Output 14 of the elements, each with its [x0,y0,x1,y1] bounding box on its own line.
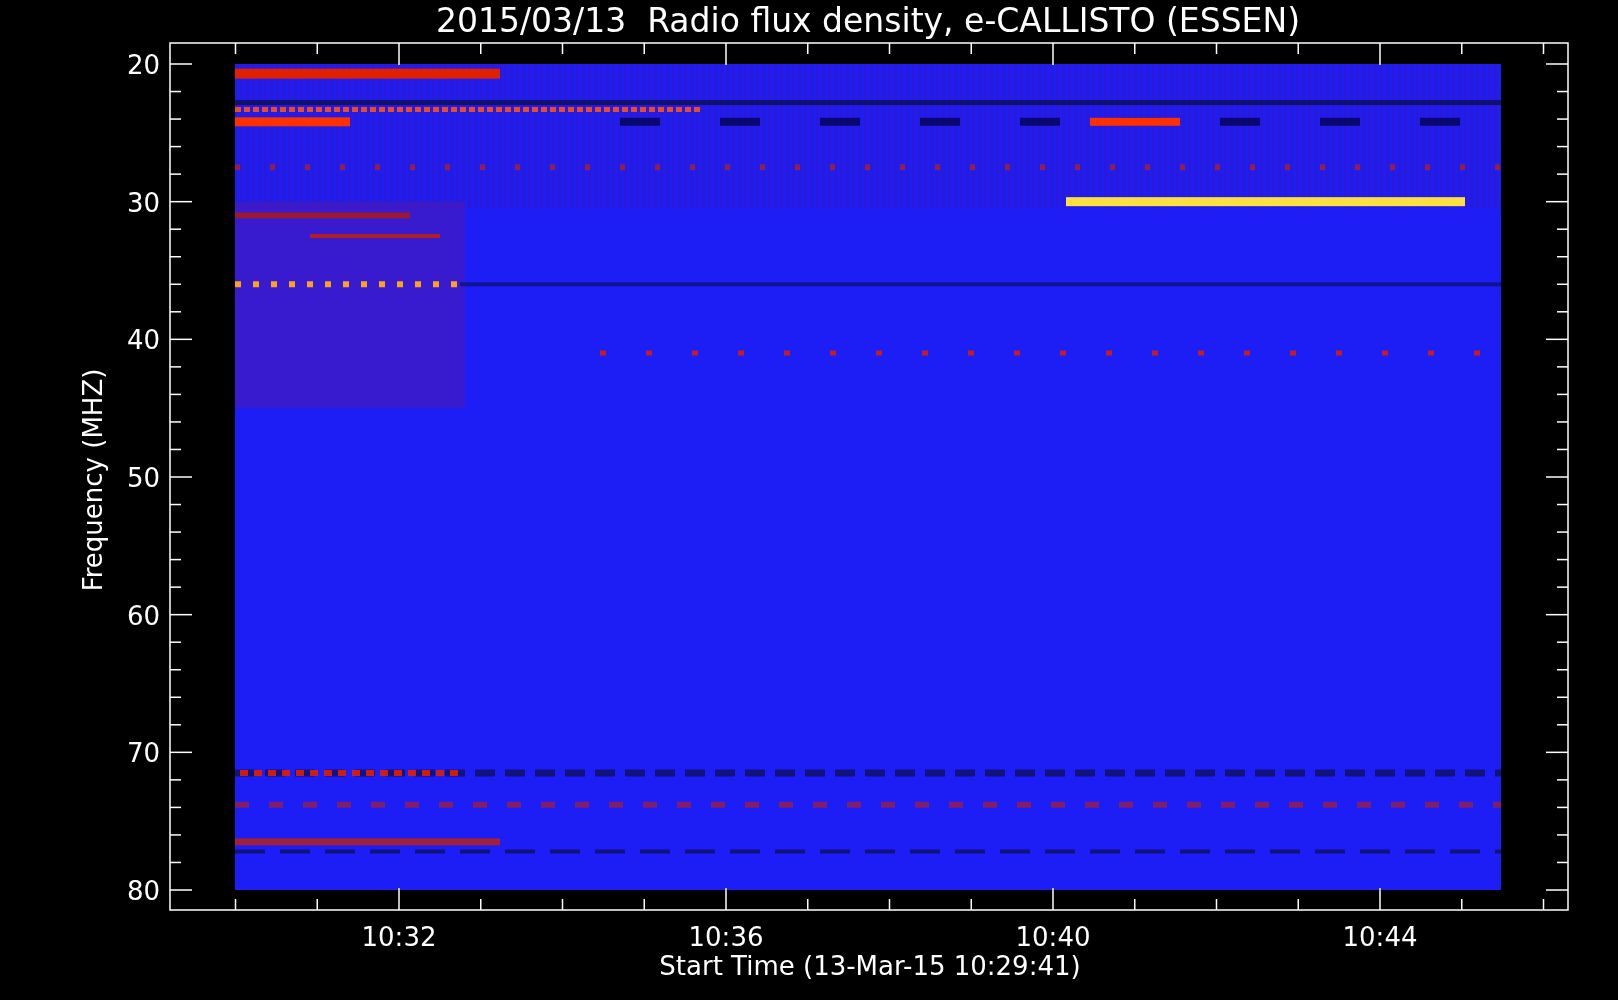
y-tick-label: 30 [126,187,160,218]
y-tick-label: 40 [126,325,160,356]
axis-title: Frequency (MHZ) [78,368,108,592]
y-tick-label: 20 [126,50,160,80]
x-tick-label: 10:32 [361,922,437,952]
chart-title: 2015/03/13 Radio flux density, e-CALLISTO (ESSEN) [436,1,1300,40]
x-tick-label: 10:36 [688,922,764,952]
axis-title: Start Time (13-Mar-15 10:29:41) [659,951,1081,981]
y-tick-label: 70 [126,738,160,769]
x-tick-label: 10:40 [1015,922,1091,952]
x-tick-label: 10:44 [1342,922,1418,952]
y-tick-label: 50 [126,463,160,493]
y-tick-label: 60 [126,600,160,631]
y-tick-label: 80 [126,876,160,906]
